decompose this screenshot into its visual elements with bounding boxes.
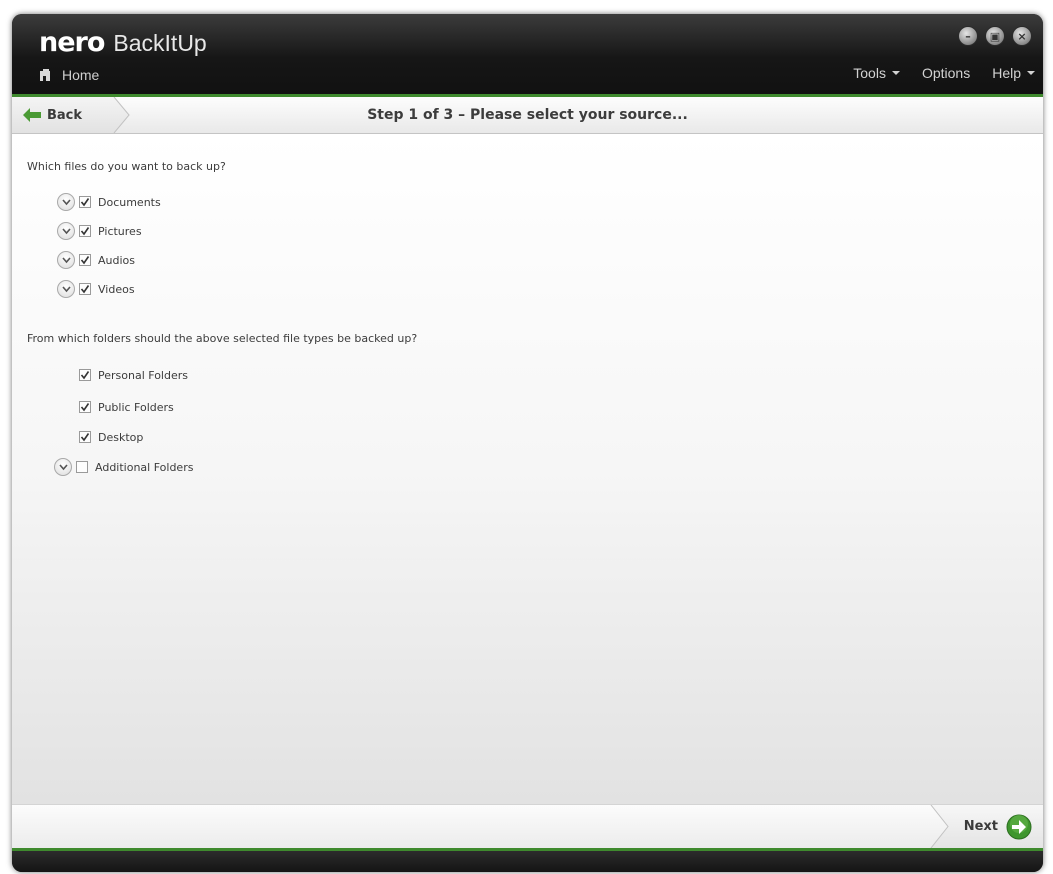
folder-row-additional: Additional Folders bbox=[54, 457, 193, 477]
checkmark-icon bbox=[80, 227, 90, 236]
checkmark-icon bbox=[80, 198, 90, 207]
title-bar: nero BackItUp Home Tools Options Help – … bbox=[12, 14, 1043, 94]
app-logo: nero BackItUp bbox=[39, 27, 207, 58]
step-header: Back Step 1 of 3 – Please select your so… bbox=[12, 97, 1043, 134]
window-controls: – ▣ × bbox=[958, 26, 1032, 46]
additional-folders-checkbox[interactable] bbox=[76, 461, 88, 473]
next-button[interactable]: Next bbox=[930, 805, 1043, 848]
menu-tools[interactable]: Tools bbox=[853, 65, 900, 81]
personal-folders-checkbox[interactable] bbox=[79, 369, 91, 381]
close-button[interactable]: × bbox=[1012, 26, 1032, 46]
folders-question: From which folders should the above sele… bbox=[27, 332, 418, 345]
file-type-row-audios: Audios bbox=[57, 250, 135, 270]
menu-options[interactable]: Options bbox=[922, 65, 970, 81]
videos-label: Videos bbox=[98, 282, 135, 296]
home-icon bbox=[40, 69, 50, 81]
checkmark-icon bbox=[80, 433, 90, 442]
menu-help-label: Help bbox=[992, 65, 1021, 81]
audios-checkbox[interactable] bbox=[79, 254, 91, 266]
desktop-checkbox[interactable] bbox=[79, 431, 91, 443]
home-label: Home bbox=[62, 67, 100, 83]
chevron-down-icon bbox=[891, 71, 900, 75]
chevron-down-icon bbox=[58, 463, 68, 470]
brand-logo-text: nero bbox=[39, 27, 105, 58]
chevron-down-icon bbox=[61, 227, 71, 234]
expand-button[interactable] bbox=[57, 280, 75, 298]
status-bar bbox=[12, 851, 1043, 872]
checkmark-icon bbox=[80, 403, 90, 412]
expand-button[interactable] bbox=[57, 193, 75, 211]
public-folders-checkbox[interactable] bbox=[79, 401, 91, 413]
chevron-down-icon bbox=[61, 285, 71, 292]
checkmark-icon bbox=[80, 256, 90, 265]
minimize-icon: – bbox=[965, 29, 971, 43]
home-link[interactable]: Home bbox=[39, 67, 99, 83]
additional-folders-label: Additional Folders bbox=[95, 460, 194, 474]
app-window: nero BackItUp Home Tools Options Help – … bbox=[12, 14, 1043, 872]
pictures-checkbox[interactable] bbox=[79, 225, 91, 237]
next-label: Next bbox=[963, 819, 998, 834]
step-title: Step 1 of 3 – Please select your source.… bbox=[367, 107, 688, 123]
menu-help[interactable]: Help bbox=[992, 65, 1035, 81]
file-type-row-documents: Documents bbox=[57, 192, 161, 212]
chevron-down-icon bbox=[1027, 71, 1035, 75]
main-menu: Tools Options Help bbox=[853, 65, 1035, 81]
file-type-row-pictures: Pictures bbox=[57, 221, 142, 241]
product-name: BackItUp bbox=[113, 30, 207, 56]
checkmark-icon bbox=[80, 285, 90, 294]
checkmark-icon bbox=[80, 371, 90, 380]
audios-label: Audios bbox=[98, 253, 135, 267]
close-icon: × bbox=[1017, 29, 1027, 43]
file-types-question: Which files do you want to back up? bbox=[27, 160, 226, 173]
file-type-row-videos: Videos bbox=[57, 279, 135, 299]
videos-checkbox[interactable] bbox=[79, 283, 91, 295]
expand-button[interactable] bbox=[54, 458, 72, 476]
folder-row-personal: Personal Folders bbox=[79, 365, 188, 385]
maximize-button[interactable]: ▣ bbox=[985, 26, 1005, 46]
public-folders-label: Public Folders bbox=[98, 400, 174, 414]
menu-options-label: Options bbox=[921, 65, 971, 81]
desktop-label: Desktop bbox=[98, 430, 144, 444]
maximize-icon: ▣ bbox=[989, 29, 1001, 43]
chevron-down-icon bbox=[61, 256, 71, 263]
folder-row-desktop: Desktop bbox=[79, 427, 143, 447]
minimize-button[interactable]: – bbox=[958, 26, 978, 46]
folder-row-public: Public Folders bbox=[79, 397, 174, 417]
menu-tools-label: Tools bbox=[853, 65, 886, 81]
pictures-label: Pictures bbox=[98, 224, 142, 238]
expand-button[interactable] bbox=[57, 251, 75, 269]
main-content: Which files do you want to back up? Docu… bbox=[12, 134, 1043, 804]
chevron-down-icon bbox=[61, 198, 71, 205]
next-arrow-icon bbox=[1006, 814, 1032, 839]
personal-folders-label: Personal Folders bbox=[98, 368, 188, 382]
expand-button[interactable] bbox=[57, 222, 75, 240]
wizard-footer: Next bbox=[12, 804, 1043, 848]
documents-checkbox[interactable] bbox=[79, 196, 91, 208]
documents-label: Documents bbox=[98, 195, 161, 209]
